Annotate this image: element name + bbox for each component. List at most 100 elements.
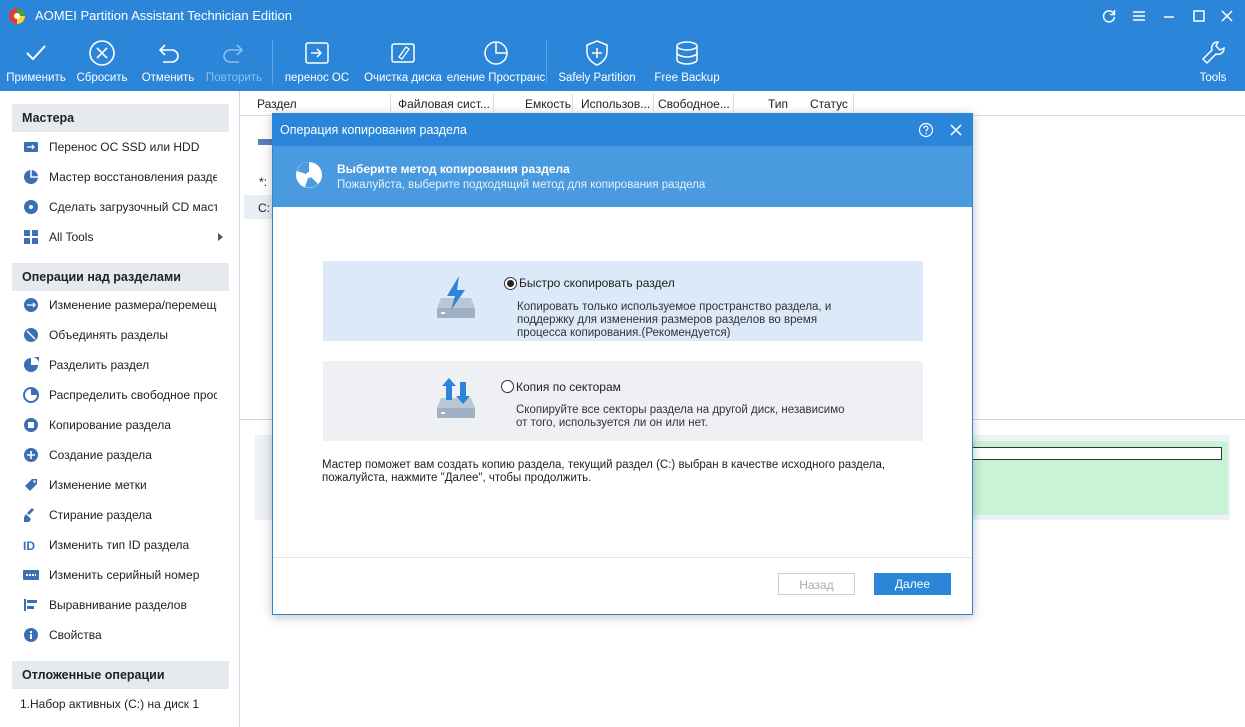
free-backup-button[interactable]: Free Backup: [648, 32, 726, 91]
wrench-icon: [1201, 41, 1225, 65]
sidebar-item-all-tools[interactable]: All Tools: [12, 222, 229, 252]
safely-partition-label: Safely Partition: [558, 72, 636, 84]
fast-copy-icon: [437, 276, 475, 318]
next-button[interactable]: Далее: [874, 573, 951, 595]
migrate-os-button[interactable]: перенос ОС: [280, 32, 354, 91]
sidebar-item-align[interactable]: Выравнивание разделов: [12, 590, 229, 620]
sidebar-item-split[interactable]: Разделить раздел: [12, 350, 229, 380]
redo-button[interactable]: Повторить: [202, 32, 266, 91]
sidebar-item-label: All Tools: [49, 230, 94, 244]
migrate-os-label: перенос ОС: [284, 72, 350, 84]
usage-bar: [970, 447, 1222, 460]
help-icon[interactable]: [918, 122, 934, 138]
allocate-space-button[interactable]: еление Пространс: [447, 32, 545, 91]
fast-copy-radio[interactable]: [504, 277, 517, 290]
back-button[interactable]: Назад: [778, 573, 855, 595]
pending-section-title: Отложенные операции: [12, 661, 229, 689]
discard-button[interactable]: Сбросить: [70, 32, 134, 91]
undo-label: Отменить: [141, 72, 195, 84]
apply-label: Применить: [6, 72, 66, 84]
dialog-footer-divider: [273, 557, 972, 558]
sector-copy-description: Скопируйте все секторы раздела на другой…: [516, 404, 845, 429]
minimize-button[interactable]: [1156, 4, 1182, 28]
sidebar-item-label: Создание раздела: [49, 448, 152, 462]
sidebar-item-wipe[interactable]: Стирание раздела: [12, 500, 229, 530]
row-c-label: C:: [258, 201, 270, 215]
info-icon: [24, 628, 38, 642]
sidebar-item-label: Выравнивание разделов: [49, 598, 187, 612]
close-button[interactable]: [1214, 4, 1240, 28]
sector-copy-radio[interactable]: [501, 380, 514, 393]
discard-label: Сбросить: [76, 72, 128, 84]
dialog-close-icon[interactable]: [948, 122, 964, 138]
split-icon: [24, 357, 39, 372]
sidebar-item-label: Объединять разделы: [49, 328, 168, 342]
window-title: AOMEI Partition Assistant Technician Edi…: [35, 8, 292, 23]
sidebar-item-label: Перенос ОС SSD или HDD: [49, 140, 200, 154]
col-capacity[interactable]: Емкость: [525, 97, 571, 111]
sidebar-item-label: Копирование раздела: [49, 418, 171, 432]
sidebar-item-recovery[interactable]: Мастер восстановления раздела: [12, 162, 229, 192]
pending-item[interactable]: 1.Набор активных (C:) на диск 1: [12, 689, 229, 719]
label-icon: [25, 479, 37, 491]
column-divider: [493, 94, 494, 112]
sidebar-item-serial[interactable]: Изменить серийный номер: [12, 560, 229, 590]
col-filesystem[interactable]: Файловая сист...: [398, 97, 490, 111]
redo-icon: [223, 44, 244, 63]
sidebar-item-label-change[interactable]: Изменение метки: [12, 470, 229, 500]
refresh-icon[interactable]: [1096, 4, 1122, 28]
maximize-button[interactable]: [1186, 4, 1212, 28]
dialog-header: Выберите метод копирования раздела Пожал…: [273, 146, 972, 207]
col-type[interactable]: Тип: [768, 97, 788, 111]
column-divider: [653, 94, 654, 112]
toolbar-separator: [272, 40, 273, 84]
operations-section-title: Операции над разделами: [12, 263, 229, 291]
sidebar-item-merge[interactable]: Объединять разделы: [12, 320, 229, 350]
menu-icon[interactable]: [1126, 4, 1152, 28]
migrate-os-icon: [305, 42, 329, 64]
column-divider: [390, 94, 391, 112]
option-fast-copy[interactable]: Быстро скопировать раздел Копировать тол…: [323, 261, 923, 341]
dialog-title: Операция копирования раздела: [280, 123, 467, 137]
col-free[interactable]: Свободное...: [658, 97, 730, 111]
sidebar-item-properties[interactable]: Свойства: [12, 620, 229, 650]
row-star-label[interactable]: *:: [259, 175, 267, 189]
undo-button[interactable]: Отменить: [136, 32, 200, 91]
sidebar-item-copy[interactable]: Копирование раздела: [12, 410, 229, 440]
tools-button[interactable]: Tools: [1190, 32, 1236, 91]
tools-label: Tools: [1199, 72, 1227, 84]
dialog-header-title: Выберите метод копирования раздела: [337, 162, 570, 176]
copy-wizard-icon: [296, 162, 322, 188]
sidebar-item-change-id[interactable]: ID Изменить тип ID раздела: [12, 530, 229, 560]
app-logo-icon: [9, 8, 25, 24]
title-bar: AOMEI Partition Assistant Technician Edi…: [0, 0, 1245, 32]
sector-copy-icon: [437, 378, 475, 418]
col-used[interactable]: Использов...: [581, 97, 650, 111]
fast-copy-title: Быстро скопировать раздел: [519, 276, 675, 290]
bootable-cd-icon: [24, 200, 38, 214]
toolbar-separator: [546, 40, 547, 84]
wipe-disk-button[interactable]: Очистка диска: [360, 32, 446, 91]
sidebar-item-bootable-cd[interactable]: Сделать загрузочный CD мастер: [12, 192, 229, 222]
wipe-icon: [24, 508, 34, 522]
redo-label: Повторить: [205, 72, 263, 84]
sidebar-item-label: Распределить свободное прос...: [49, 388, 217, 402]
safely-partition-button[interactable]: Safely Partition: [555, 32, 639, 91]
sidebar-item-create[interactable]: Создание раздела: [12, 440, 229, 470]
wizards-section-title: Мастера: [12, 104, 229, 132]
sidebar-item-allocate[interactable]: Распределить свободное прос...: [12, 380, 229, 410]
option-sector-copy[interactable]: Копия по секторам Скопируйте все секторы…: [323, 361, 923, 441]
sidebar-item-migrate-os[interactable]: Перенос ОС SSD или HDD: [12, 132, 229, 162]
shield-icon: [586, 40, 608, 66]
apply-button[interactable]: Применить: [4, 32, 68, 91]
column-divider: [853, 94, 854, 112]
recovery-icon: [24, 170, 38, 184]
partition-block[interactable]: [970, 441, 1228, 515]
sidebar-item-resize[interactable]: Изменение размера/перемеще...: [12, 290, 229, 320]
selected-row[interactable]: C:: [244, 195, 274, 219]
col-status[interactable]: Статус: [810, 97, 848, 111]
col-partition[interactable]: Раздел: [257, 97, 297, 111]
svg-text:ID: ID: [23, 539, 35, 553]
copy-partition-dialog: Операция копирования раздела Выберите ме…: [272, 113, 973, 615]
serial-icon: [23, 570, 39, 580]
